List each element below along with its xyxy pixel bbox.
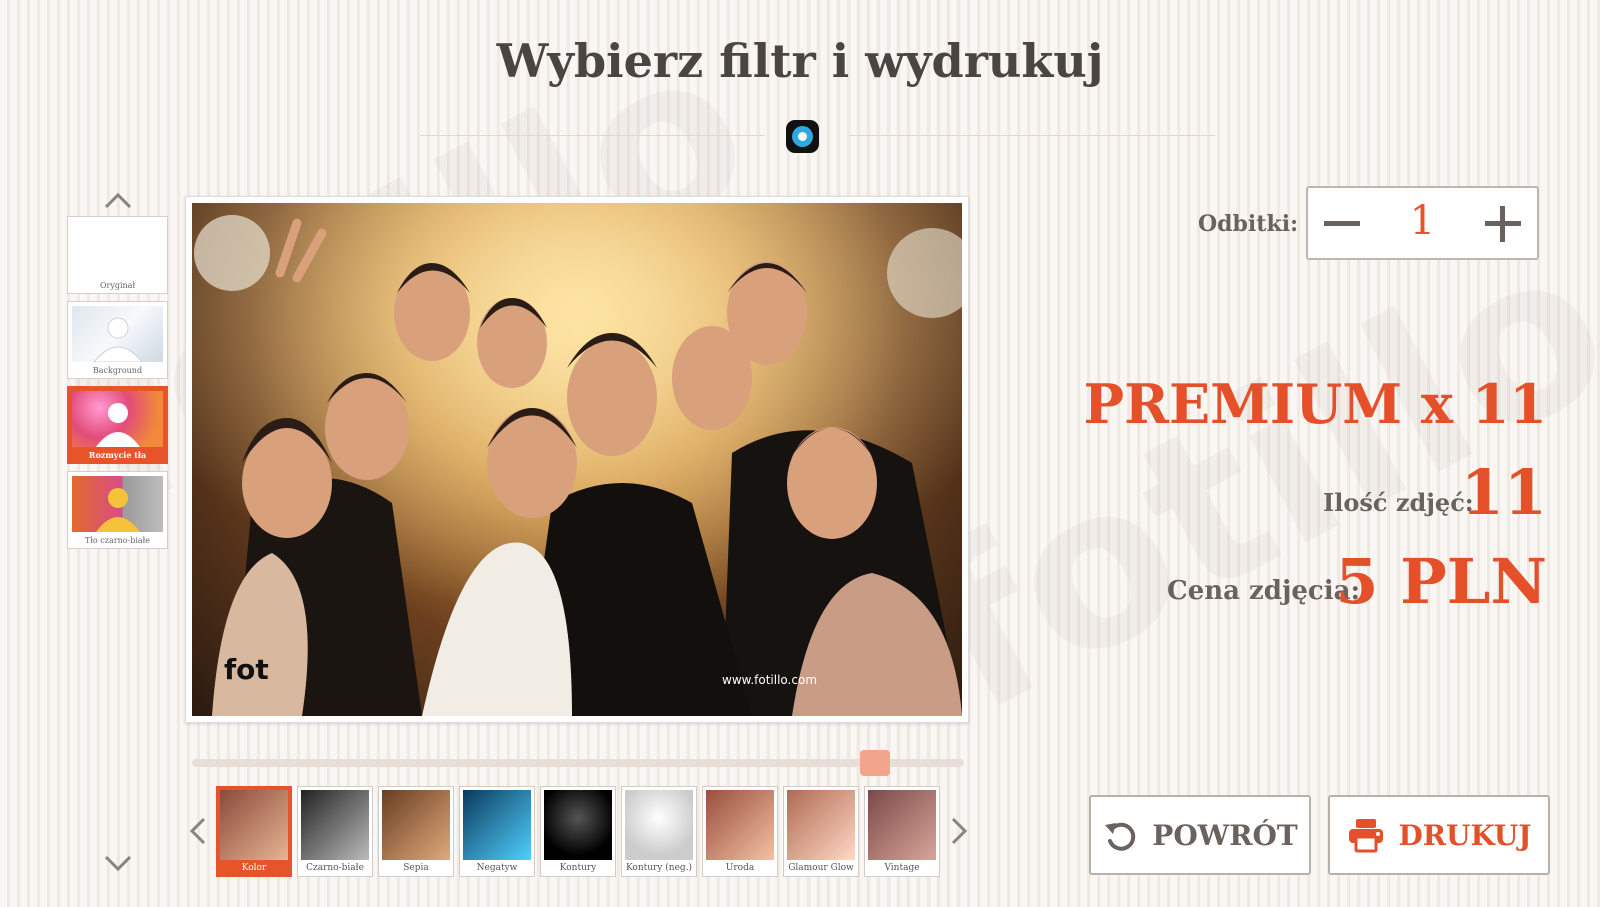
background-option-label: Oryginał [99, 281, 136, 290]
background-thumbnail [72, 221, 163, 277]
minus-icon[interactable] [1308, 188, 1378, 258]
filter-preview [868, 790, 936, 860]
filter-label: Uroda [725, 863, 755, 873]
package-name: PREMIUM x 11 [1083, 372, 1547, 436]
filter-preview [463, 790, 531, 860]
filter-label: Negatyw [476, 863, 518, 873]
print-button[interactable]: DRUKUJ [1328, 795, 1550, 875]
chevron-down-icon[interactable] [103, 852, 133, 874]
photo-count-label: Ilość zdjęć: [1323, 488, 1474, 517]
price-label: Cena zdjęcia: [1167, 576, 1361, 606]
filter-label: Czarno-białe [306, 863, 364, 873]
chevron-left-icon[interactable] [187, 816, 209, 846]
filter-preview [544, 790, 612, 860]
filter-scroll-track[interactable] [192, 759, 964, 767]
filter-preview [220, 790, 288, 860]
back-button-label: POWRÓT [1152, 818, 1298, 852]
filter-kolor[interactable]: Kolor [216, 786, 292, 877]
background-option-blur[interactable]: Rozmycie tła [67, 386, 168, 464]
filter-label: Kontury (neg.) [625, 863, 693, 873]
photo-credit: www.fotillo.com [722, 673, 818, 687]
chevron-right-icon[interactable] [948, 816, 970, 846]
filter-uroda[interactable]: Uroda [702, 786, 778, 877]
background-thumbnail [72, 391, 163, 447]
filter-label: Kontury [559, 863, 597, 873]
photo-image [192, 203, 962, 716]
filter-label: Sepia [403, 863, 429, 873]
divider-right [850, 135, 1215, 136]
chevron-up-icon[interactable] [103, 190, 133, 212]
camera-logo-icon [786, 120, 819, 153]
page-title: Wybierz filtr i wydrukuj [496, 34, 1104, 88]
background-option-bw[interactable]: Tło czarno-białe [67, 471, 168, 549]
filter-czarno-biale[interactable]: Czarno-białe [297, 786, 373, 877]
filter-label: Vintage [884, 863, 920, 873]
copies-stepper: 1 [1306, 186, 1539, 260]
filter-vintage[interactable]: Vintage [864, 786, 940, 877]
copies-value: 1 [1409, 198, 1436, 244]
filter-preview [301, 790, 369, 860]
photo-preview-frame: fot www.fotillo.com [185, 196, 969, 723]
background-option-label: Background [92, 366, 143, 375]
filter-preview [706, 790, 774, 860]
background-option-background[interactable]: Background [67, 301, 168, 379]
filter-negatyw[interactable]: Negatyw [459, 786, 535, 877]
filter-glamour-glow[interactable]: Glamour Glow [783, 786, 859, 877]
copies-label: Odbitki: [1198, 211, 1299, 237]
filter-preview [382, 790, 450, 860]
price-value: 5 PLN [1335, 545, 1547, 618]
back-button[interactable]: POWRÓT [1089, 795, 1311, 875]
filter-kontury-neg[interactable]: Kontury (neg.) [621, 786, 697, 877]
filter-label: Glamour Glow [788, 863, 854, 873]
filter-label: Kolor [241, 863, 267, 873]
filter-kontury[interactable]: Kontury [540, 786, 616, 877]
filter-preview [625, 790, 693, 860]
photo-watermark-logo: fot [224, 653, 269, 686]
background-option-label: Rozmycie tła [88, 450, 147, 460]
photo-preview: fot www.fotillo.com [192, 203, 962, 716]
background-option-label: Tło czarno-białe [84, 536, 151, 545]
background-option-original[interactable]: Oryginał [67, 216, 168, 294]
filter-sepia[interactable]: Sepia [378, 786, 454, 877]
background-thumbnail [72, 306, 163, 363]
photo-count-value: 11 [1460, 456, 1547, 529]
print-button-label: DRUKUJ [1398, 818, 1532, 852]
filter-preview [787, 790, 855, 860]
divider-left [420, 135, 765, 136]
background-thumbnail [72, 476, 163, 532]
undo-icon [1105, 822, 1136, 851]
printer-icon [1348, 819, 1383, 853]
plus-icon[interactable] [1467, 188, 1537, 258]
filter-scroll-thumb[interactable] [859, 750, 890, 776]
